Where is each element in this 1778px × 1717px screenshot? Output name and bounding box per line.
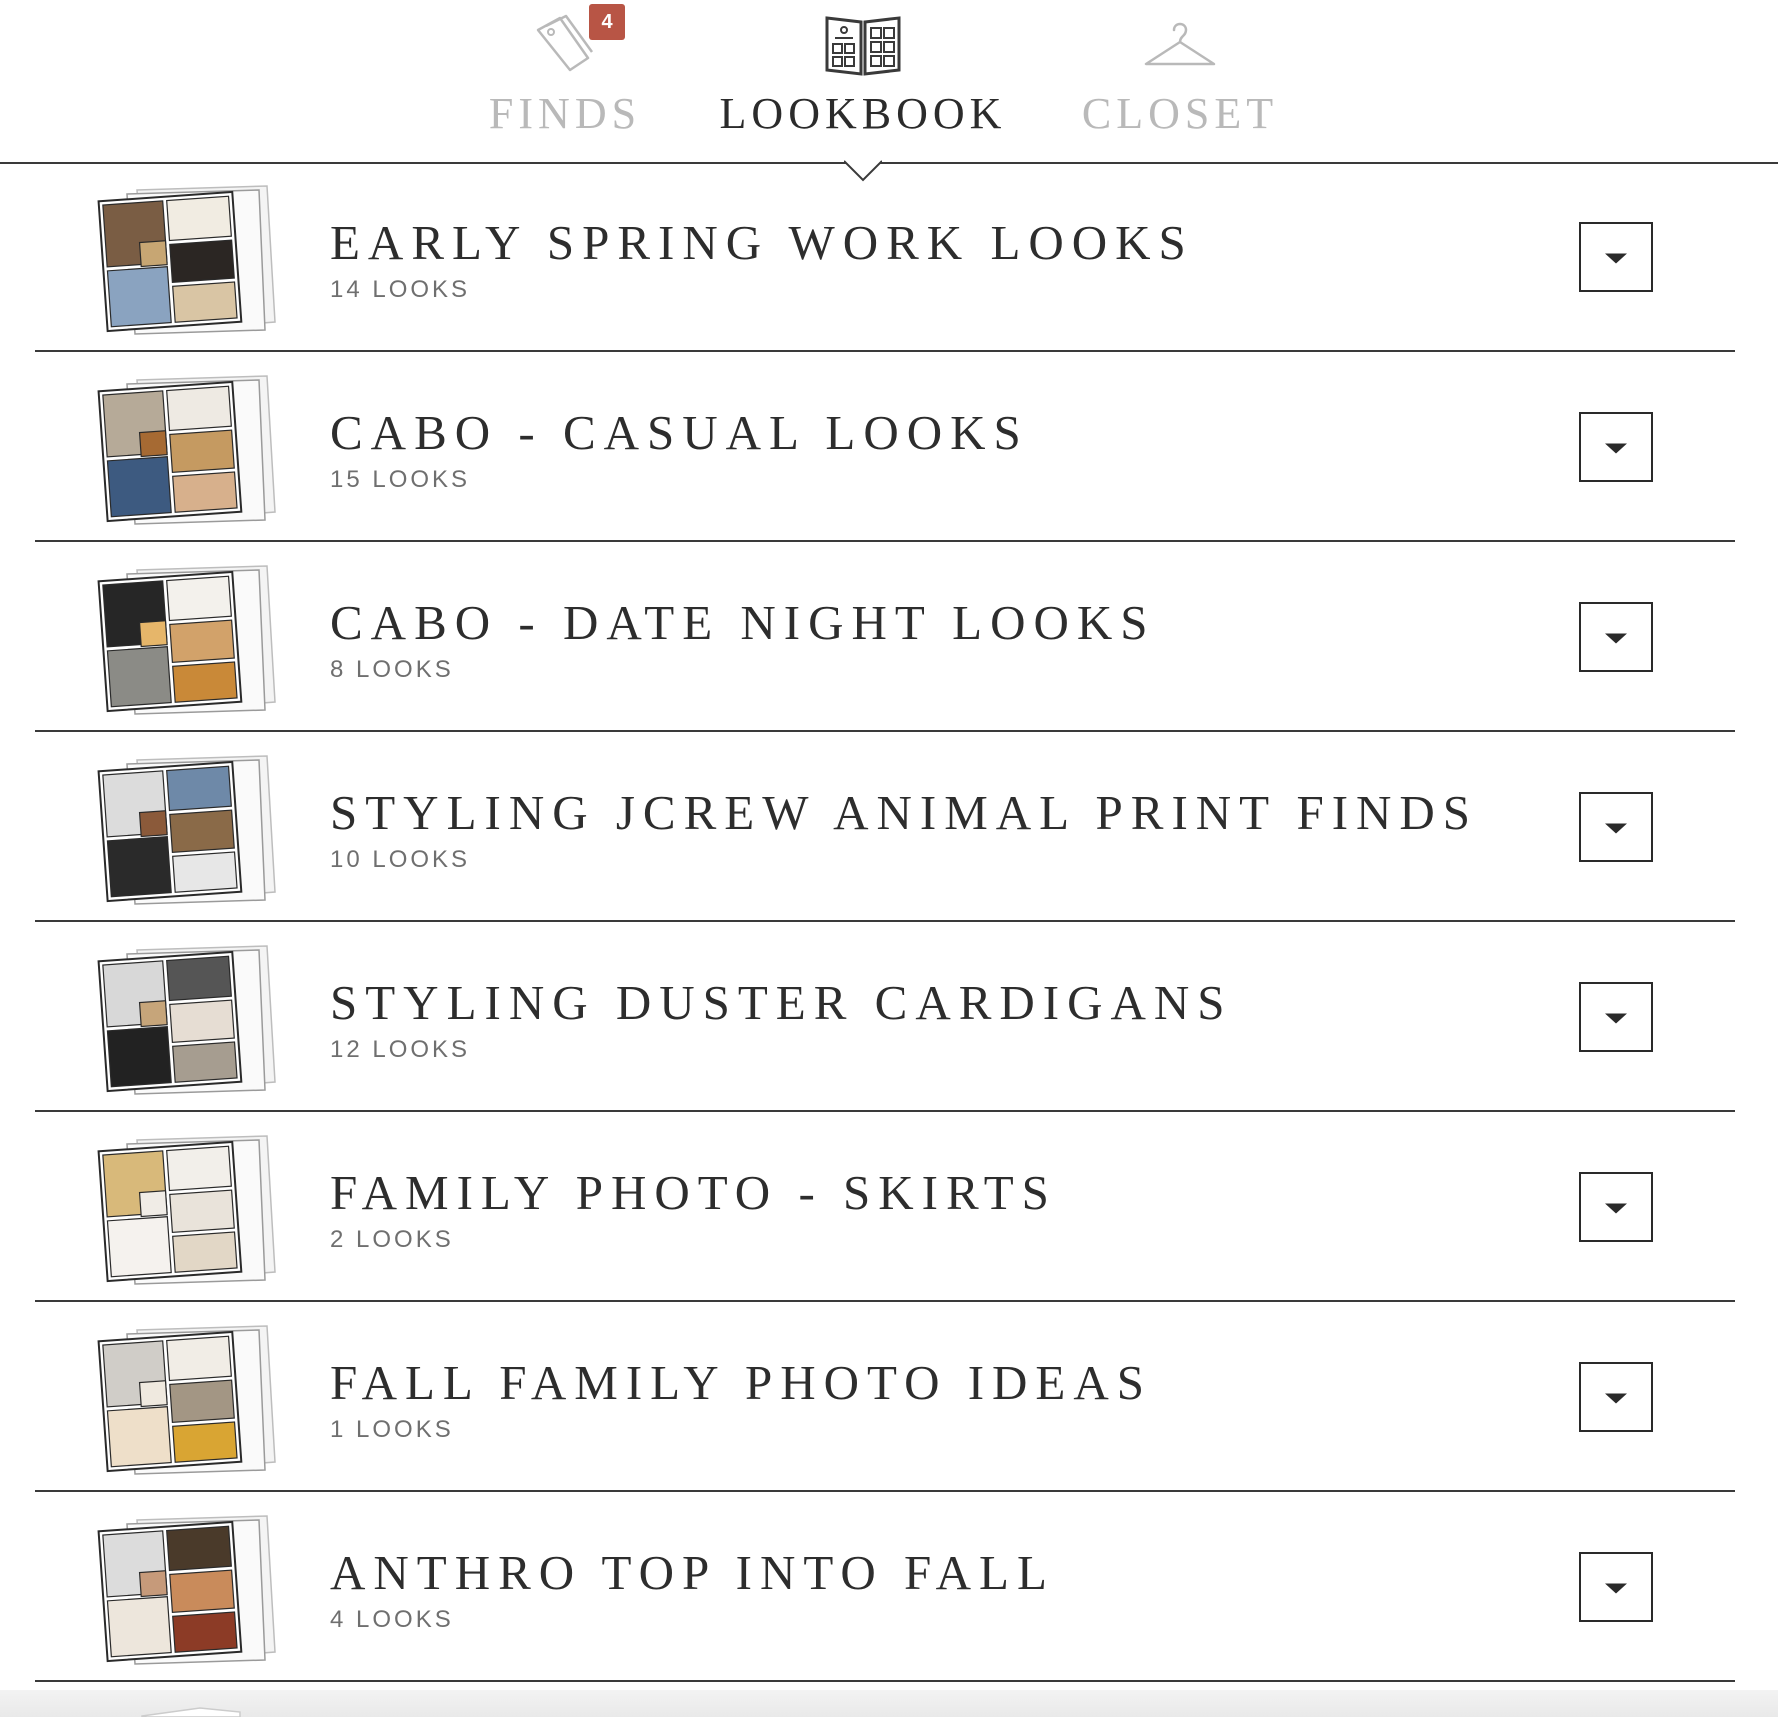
lookbook-row[interactable]: ANTHRO TOP INTO FALL 4 LOOKS xyxy=(35,1492,1735,1682)
lookbook-title: FAMILY PHOTO - SKIRTS xyxy=(330,1165,1057,1220)
lookbook-count: 14 LOOKS xyxy=(330,276,471,303)
caret-down-icon xyxy=(1605,1583,1627,1594)
lookbook-title: ANTHRO TOP INTO FALL xyxy=(330,1545,1055,1600)
lookbook-title: STYLING JCREW ANIMAL PRINT FINDS xyxy=(330,785,1479,840)
expand-button[interactable] xyxy=(1579,982,1653,1052)
lookbook-thumbnail xyxy=(97,1135,276,1285)
lookbook-row[interactable]: FAMILY PHOTO - SKIRTS 2 LOOKS xyxy=(35,1112,1735,1302)
tab-lookbook-label: LOOKBOOK xyxy=(719,89,1007,138)
lookbook-title: FALL FAMILY PHOTO IDEAS xyxy=(330,1355,1153,1410)
caret-down-icon xyxy=(1605,253,1627,264)
lookbook-thumbnail xyxy=(97,755,276,905)
lookbook-title: CABO - CASUAL LOOKS xyxy=(330,405,1029,460)
lookbook-row[interactable]: STYLING JCREW ANIMAL PRINT FINDS 10 LOOK… xyxy=(35,732,1735,922)
lookbook-thumbnail xyxy=(97,375,276,525)
lookbook-thumbnail xyxy=(97,565,276,715)
lookbook-row[interactable]: CABO - CASUAL LOOKS 15 LOOKS xyxy=(35,352,1735,542)
lookbook-count: 15 LOOKS xyxy=(330,466,471,493)
tab-finds[interactable]: FINDS xyxy=(470,0,660,160)
expand-button[interactable] xyxy=(1579,602,1653,672)
lookbook-count: 1 LOOKS xyxy=(330,1416,454,1443)
lookbook-thumbnail xyxy=(97,945,276,1095)
tab-bar: FINDS LOOKBOOK CLOSET xyxy=(0,0,1778,164)
expand-button[interactable] xyxy=(1579,1552,1653,1622)
expand-button[interactable] xyxy=(1579,792,1653,862)
lookbook-count: 4 LOOKS xyxy=(330,1606,454,1633)
caret-down-icon xyxy=(1605,1013,1627,1024)
lookbook-list: EARLY SPRING WORK LOOKS 14 LOOKS CABO - … xyxy=(35,162,1735,1682)
lookbook-thumbnail xyxy=(97,185,276,335)
caret-down-icon xyxy=(1605,823,1627,834)
expand-button[interactable] xyxy=(1579,1172,1653,1242)
expand-button[interactable] xyxy=(1579,1362,1653,1432)
expand-button[interactable] xyxy=(1579,412,1653,482)
lookbook-title: EARLY SPRING WORK LOOKS xyxy=(330,215,1194,270)
lookbook-row[interactable]: CABO - DATE NIGHT LOOKS 8 LOOKS xyxy=(35,542,1735,732)
lookbook-count: 8 LOOKS xyxy=(330,656,454,683)
lookbook-thumbnail xyxy=(97,1325,276,1475)
caret-down-icon xyxy=(1605,1203,1627,1214)
tab-closet-label: CLOSET xyxy=(1081,89,1279,138)
caret-down-icon xyxy=(1605,633,1627,644)
expand-button[interactable] xyxy=(1579,222,1653,292)
tab-closet[interactable]: CLOSET xyxy=(1080,0,1280,160)
lookbook-title: CABO - DATE NIGHT LOOKS xyxy=(330,595,1156,650)
lookbook-title: STYLING DUSTER CARDIGANS xyxy=(330,975,1233,1030)
lookbook-row[interactable]: FALL FAMILY PHOTO IDEAS 1 LOOKS xyxy=(35,1302,1735,1492)
lookbook-count: 10 LOOKS xyxy=(330,846,471,873)
caret-down-icon xyxy=(1605,1393,1627,1404)
caret-down-icon xyxy=(1605,443,1627,454)
lookbook-icon xyxy=(825,16,901,76)
hanger-icon xyxy=(1144,22,1216,66)
lookbook-count: 12 LOOKS xyxy=(330,1036,471,1063)
partial-lookbook-thumbnail xyxy=(141,1707,241,1717)
finds-count-badge: 4 xyxy=(589,4,625,40)
lookbook-row[interactable]: STYLING DUSTER CARDIGANS 12 LOOKS xyxy=(35,922,1735,1112)
scroll-fade xyxy=(0,1690,1778,1717)
lookbook-row[interactable]: EARLY SPRING WORK LOOKS 14 LOOKS xyxy=(35,162,1735,352)
tab-lookbook[interactable]: LOOKBOOK xyxy=(712,0,1014,160)
lookbook-count: 2 LOOKS xyxy=(330,1226,454,1253)
lookbook-thumbnail xyxy=(97,1515,276,1665)
tab-finds-label: FINDS xyxy=(488,89,642,138)
